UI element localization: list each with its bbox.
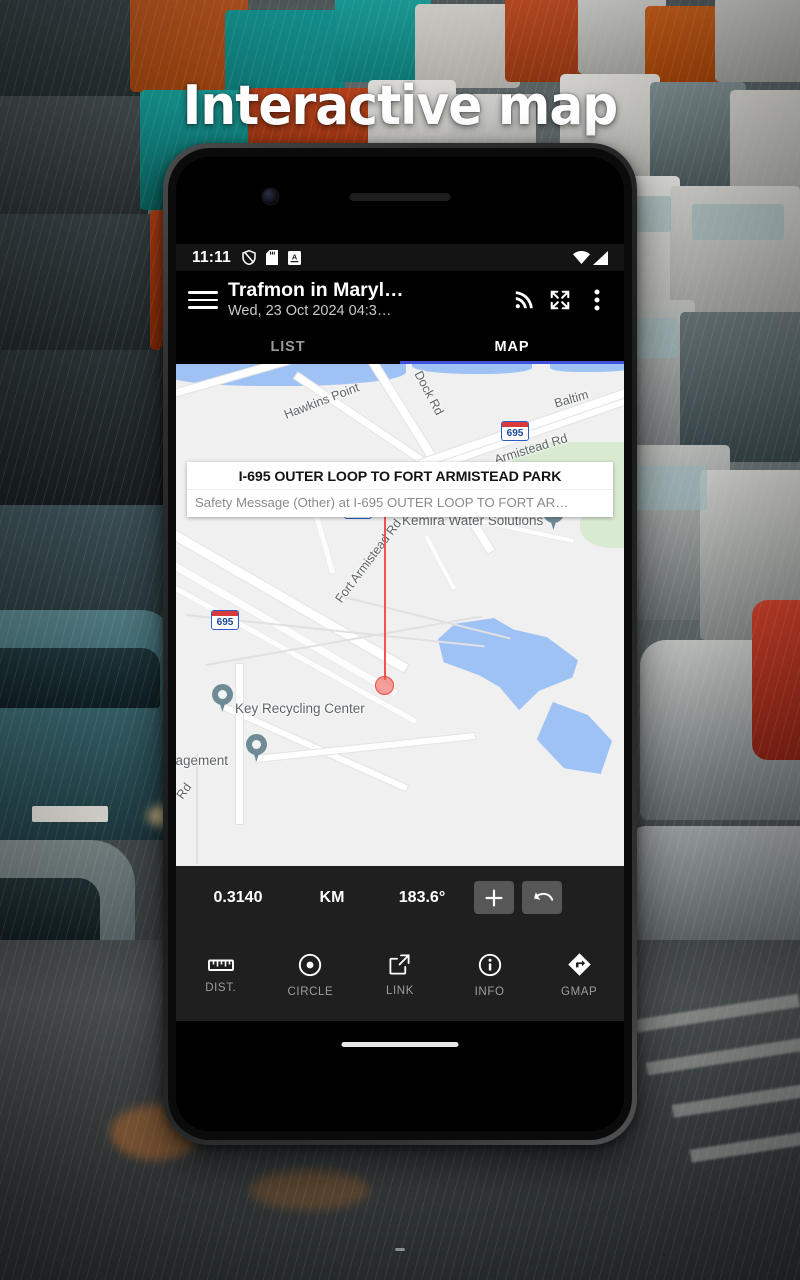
measure-endpoint[interactable]: [375, 676, 394, 695]
wifi-icon: [573, 250, 590, 264]
signal-icon: [593, 250, 608, 265]
map-lake: [536, 702, 612, 774]
phone-bezel: 11:11 A Trafmon in Maryl… Wed, 23 Oct 20…: [168, 148, 632, 1140]
measure-line: [384, 512, 386, 680]
bottom-toolbar: DIST. CIRCLE LINK INFO GMAP: [176, 929, 624, 1021]
status-bar-right-icons: [573, 250, 608, 265]
tool-label: DIST.: [205, 981, 237, 994]
circle-target-icon: [299, 953, 322, 976]
pin-tail: [218, 699, 227, 712]
pin-tail: [549, 517, 558, 530]
tab-list[interactable]: LIST: [176, 329, 400, 364]
plus-icon: [485, 889, 503, 906]
bearing-value: 183.6°: [398, 888, 446, 906]
tool-gmap[interactable]: GMAP: [534, 929, 624, 1021]
status-bar-time: 11:11: [192, 248, 231, 266]
bottom-indicator-dot: [395, 1248, 405, 1251]
gmap-navigation-icon: [567, 953, 591, 976]
distance-value: 0.3140: [213, 888, 263, 906]
map-place-label: nagement: [176, 753, 229, 768]
map-poi-pin[interactable]: [246, 734, 267, 762]
sd-card-icon: [265, 250, 278, 265]
external-link-icon: [389, 954, 410, 975]
tool-info[interactable]: INFO: [445, 929, 535, 1021]
map-view[interactable]: Hawkins Point Dock Rd Baltim Armistead R…: [176, 364, 624, 866]
shield-icon: [242, 250, 256, 265]
incident-subtitle: Safety Message (Other) at I-695 OUTER LO…: [187, 489, 613, 517]
undo-icon: [533, 891, 553, 901]
phone-mockup: 11:11 A Trafmon in Maryl… Wed, 23 Oct 20…: [163, 143, 637, 1145]
tool-dist[interactable]: DIST.: [176, 929, 266, 1021]
shield-number: 695: [216, 616, 234, 628]
hamburger-menu-icon[interactable]: [188, 285, 218, 315]
undo-button[interactable]: [522, 881, 562, 914]
distance-unit[interactable]: KM: [286, 889, 378, 907]
map-water: [412, 364, 532, 374]
map-path: [196, 754, 198, 864]
svg-text:A: A: [292, 252, 298, 261]
tool-circle[interactable]: CIRCLE: [266, 929, 356, 1021]
highway-shield-695: 695: [501, 421, 529, 441]
map-road-label: Dock Rd: [411, 368, 447, 418]
map-lake: [438, 618, 578, 711]
app-bar-titles: Trafmon in Maryl… Wed, 23 Oct 2024 04:3…: [228, 279, 501, 321]
phone-screen: 11:11 A Trafmon in Maryl… Wed, 23 Oct 20…: [176, 157, 624, 1131]
tab-map[interactable]: MAP: [400, 329, 624, 364]
page-title: Trafmon in Maryl…: [228, 279, 404, 301]
tool-label: GMAP: [561, 986, 598, 998]
measurement-bar: 0.3140 KM 183.6°: [176, 866, 624, 929]
highway-shield-695: 695: [211, 610, 239, 630]
tool-link[interactable]: LINK: [355, 929, 445, 1021]
pin-dot: [218, 690, 227, 699]
overflow-menu-icon[interactable]: [582, 285, 612, 315]
app-bar: Trafmon in Maryl… Wed, 23 Oct 2024 04:3…: [176, 271, 624, 329]
info-icon: [478, 953, 501, 976]
map-road-label: Rd: [176, 780, 195, 802]
shield-number: 695: [506, 427, 524, 439]
add-point-button[interactable]: [474, 881, 514, 914]
page-subtitle: Wed, 23 Oct 2024 04:3…: [228, 303, 392, 319]
incident-title: I-695 OUTER LOOP TO FORT ARMISTEAD PARK: [238, 469, 562, 485]
earpiece-speaker: [349, 193, 451, 201]
pin-tail: [252, 749, 261, 762]
pin-dot: [252, 740, 261, 749]
a-badge-icon: A: [287, 250, 301, 265]
status-bar: 11:11 A: [176, 244, 624, 271]
fullscreen-expand-icon[interactable]: [545, 285, 575, 315]
map-road: [236, 664, 243, 824]
tool-label: LINK: [386, 985, 414, 997]
status-bar-icons: A: [242, 250, 301, 265]
tool-label: CIRCLE: [287, 985, 334, 998]
system-nav-bar: [176, 1021, 624, 1131]
map-water: [550, 364, 624, 372]
incident-info-card[interactable]: I-695 OUTER LOOP TO FORT ARMISTEAD PARK …: [187, 462, 613, 517]
ruler-icon: [207, 959, 234, 971]
rss-feed-icon[interactable]: [508, 285, 538, 315]
map-road: [424, 535, 456, 590]
tool-label: INFO: [474, 985, 505, 998]
map-place-label: Key Recycling Center: [235, 701, 365, 716]
front-camera-icon: [263, 189, 278, 204]
map-road-label: Fort Armistead Rd: [332, 516, 405, 606]
map-poi-pin[interactable]: [212, 684, 233, 712]
home-gesture-bar[interactable]: [341, 1042, 459, 1047]
page-headline: Interactive map: [182, 74, 619, 137]
tab-bar: LIST MAP: [176, 329, 624, 364]
